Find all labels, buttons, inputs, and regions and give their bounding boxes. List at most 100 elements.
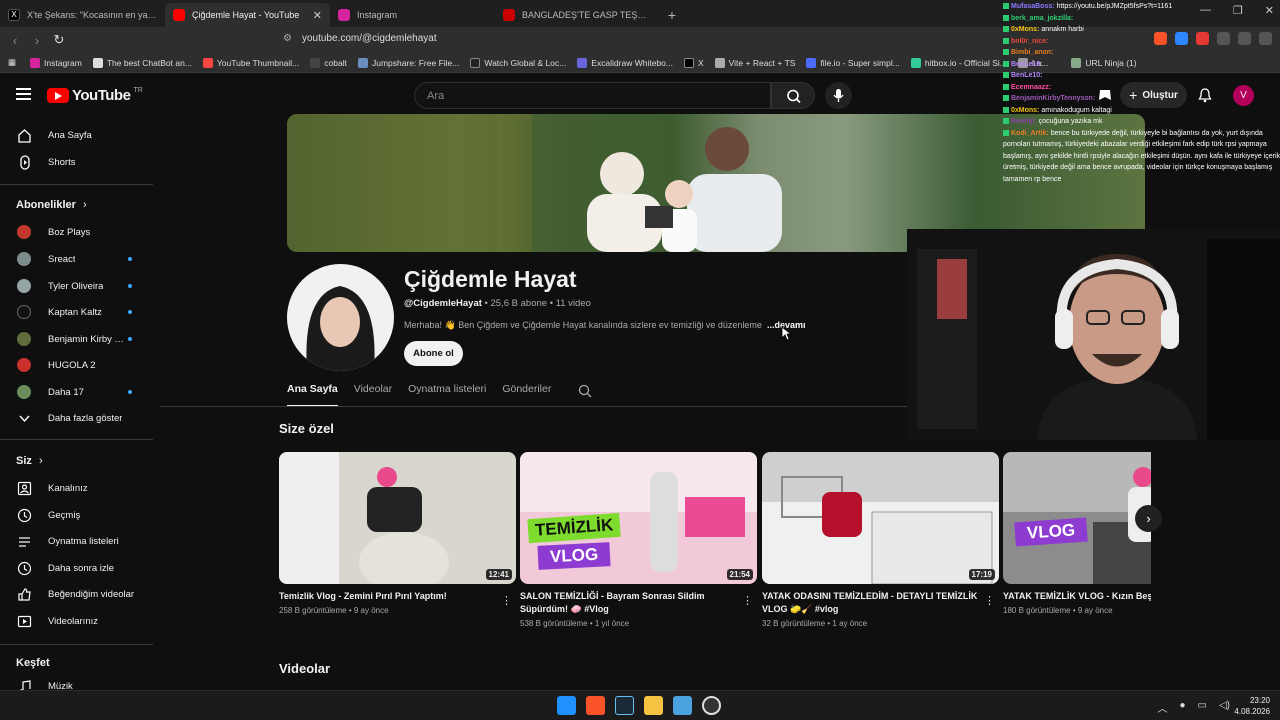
- folder-icon[interactable]: [644, 696, 663, 715]
- site-info-icon[interactable]: ⚙: [283, 33, 292, 44]
- sidebar-item-home[interactable]: Ana Sayfa: [0, 122, 153, 148]
- bookmark[interactable]: YouTube Thumbnail...: [202, 57, 299, 68]
- bookmark[interactable]: cobalt: [310, 57, 347, 68]
- more-options-icon[interactable]: ⋮: [742, 594, 753, 607]
- shorts-icon: [20, 154, 30, 170]
- video-card[interactable]: 17:19 YATAK ODASINI TEMİZLEDİM - DETAYLI…: [762, 452, 999, 628]
- carousel-next-button[interactable]: ›: [1135, 505, 1162, 532]
- brave-icon[interactable]: [586, 696, 605, 715]
- url-field[interactable]: ⚙ youtube.com/@cigdemlehayat: [283, 33, 437, 44]
- subscribe-button[interactable]: Abone ol: [404, 341, 463, 366]
- back-icon[interactable]: ‹: [4, 33, 26, 48]
- forward-icon[interactable]: ›: [26, 33, 48, 48]
- sidebar-item-your-videos[interactable]: Videolarınız: [0, 608, 153, 634]
- tab-label: Çiğdemle Hayat - YouTube: [192, 10, 300, 20]
- tab-videos[interactable]: Videolar: [354, 383, 392, 407]
- more-options-icon[interactable]: ⋮: [501, 594, 512, 607]
- sidebar-item-liked-videos[interactable]: Beğendiğim videolar: [0, 581, 153, 607]
- tab-posts[interactable]: Gönderiler: [502, 383, 551, 407]
- obs-icon[interactable]: [702, 696, 721, 715]
- youtube-logo[interactable]: YouTube TR: [47, 87, 143, 104]
- new-tab-button[interactable]: +: [660, 3, 684, 27]
- bookmark-label: Excalidraw Whitebo...: [591, 57, 673, 68]
- bookmark[interactable]: Watch Global & Loc...: [470, 57, 567, 68]
- browser-tab[interactable]: X X'te Şekans: "Kocasının en yakın arka: [0, 3, 165, 27]
- thumbnail-image: [762, 476, 999, 584]
- sidebar-item-watch-later[interactable]: Daha sonra izle: [0, 555, 153, 581]
- reload-icon[interactable]: ↻: [48, 32, 70, 48]
- hamburger-menu-icon[interactable]: [16, 88, 31, 100]
- bookmark[interactable]: Excalidraw Whitebo...: [577, 57, 673, 68]
- video-card[interactable]: 12:41 Temizlik Vlog - Zemini Pırıl Pırıl…: [279, 452, 516, 615]
- sidebar-subscription[interactable]: Boz Plays: [0, 219, 153, 245]
- chat-text: çocuğuna yazıka mk: [1038, 118, 1103, 125]
- chat-username: Bimbi_anon:: [1011, 49, 1054, 56]
- chat-username: 0xMons:: [1011, 106, 1040, 114]
- subscriptions-header[interactable]: Abonelikler ›: [16, 199, 87, 211]
- system-clock[interactable]: 23:20 4.08.2026: [1234, 695, 1270, 717]
- chat-badge-icon: [1003, 106, 1009, 113]
- apps-icon[interactable]: ▦: [8, 57, 16, 68]
- video-thumbnail[interactable]: VLOG: [1003, 452, 1151, 584]
- sidebar-item-shorts[interactable]: Shorts: [0, 149, 153, 175]
- sidebar-subscription[interactable]: Daha 17: [0, 379, 153, 405]
- bookmark-label: Watch Global & Loc...: [484, 57, 567, 68]
- clock-icon: [17, 561, 32, 575]
- chat-badge-icon: [1003, 95, 1009, 102]
- sidebar-item-history[interactable]: Geçmiş: [0, 502, 153, 528]
- browser-tab[interactable]: BANGLADEŞ'TE GASP TEŞEBBÜSÜ: Al: [495, 3, 660, 27]
- you-header[interactable]: Siz ›: [16, 455, 43, 467]
- subscriptions-label: Abonelikler: [16, 199, 76, 211]
- video-card[interactable]: VLOG YATAK TEMİZLİK VLOG - Kızın Beşiği …: [1003, 452, 1151, 615]
- browser-tab[interactable]: Instagram: [330, 3, 495, 27]
- channel-search-icon[interactable]: [578, 384, 592, 398]
- browser-tab-active[interactable]: Çiğdemle Hayat - YouTube ✕: [165, 3, 330, 27]
- channel-meta: @CigdemleHayat • 25,6 B abone • 11 video: [404, 298, 591, 309]
- channel-avatar-large[interactable]: [287, 264, 394, 371]
- bookmark-label: Jumpshare: Free File...: [371, 57, 460, 68]
- sidebar-subscription[interactable]: Sreact: [0, 246, 153, 272]
- sidebar-subscription[interactable]: Kaptan Kaltz: [0, 299, 153, 325]
- sidebar-item-your-channel[interactable]: Kanalınız: [0, 475, 153, 501]
- sidebar-show-more[interactable]: Daha fazla göster: [0, 405, 153, 431]
- microphone-icon[interactable]: ●: [1179, 700, 1185, 715]
- network-icon[interactable]: ▭: [1198, 700, 1207, 715]
- channel-name: HUGOLA 2: [48, 359, 96, 371]
- tab-playlists[interactable]: Oynatma listeleri: [408, 383, 486, 407]
- sidebar-item-playlists[interactable]: Oynatma listeleri: [0, 528, 153, 554]
- sidebar-subscription[interactable]: Tyler Oliveira: [0, 273, 153, 299]
- video-thumbnail[interactable]: 12:41: [279, 452, 516, 584]
- video-title[interactable]: SALON TEMİZLİĞİ - Bayram Sonrası Sildim …: [520, 590, 738, 616]
- video-thumbnail[interactable]: 17:19: [762, 452, 999, 584]
- volume-icon[interactable]: ◁): [1219, 700, 1230, 715]
- steam-icon[interactable]: [615, 696, 634, 715]
- tab-home[interactable]: Ana Sayfa: [287, 383, 338, 407]
- search-input[interactable]: Ara: [414, 82, 771, 109]
- fileio-icon: [806, 57, 817, 68]
- channel-description[interactable]: Merhaba! 👋 Ben Çiğdem ve Çiğdemle Hayat …: [404, 320, 804, 331]
- chat-badge-icon: [1003, 14, 1009, 21]
- bookmark[interactable]: X: [683, 57, 704, 68]
- video-card[interactable]: TEMİZLİK VLOG 21:54 SALON TEMİZLİĞİ - Ba…: [520, 452, 757, 628]
- bookmark[interactable]: The best ChatBot an...: [92, 57, 192, 68]
- bookmark[interactable]: hitbox.io - Official Si...: [910, 57, 1007, 68]
- chat-message: 0xMons: amınakodugum kaltagi: [1003, 105, 1280, 117]
- bookmark[interactable]: Jumpshare: Free File...: [357, 57, 460, 68]
- url-text: youtube.com/@cigdemlehayat: [301, 33, 437, 44]
- voice-search-button[interactable]: [825, 82, 852, 109]
- bookmark[interactable]: Instagram: [30, 57, 82, 68]
- video-title[interactable]: YATAK ODASINI TEMİZLEDİM - DETAYLI TEMİZ…: [762, 590, 980, 616]
- tray-chevron-icon[interactable]: ︿: [1157, 700, 1167, 715]
- close-tab-icon[interactable]: ✕: [313, 9, 322, 22]
- video-thumbnail[interactable]: TEMİZLİK VLOG 21:54: [520, 452, 757, 584]
- search-button[interactable]: [771, 82, 815, 109]
- sidebar-subscription[interactable]: HUGOLA 2: [0, 352, 153, 378]
- sidebar-subscription[interactable]: Benjamin Kirby T...: [0, 326, 153, 352]
- video-title[interactable]: Temizlik Vlog - Zemini Pırıl Pırıl Yaptı…: [279, 590, 497, 603]
- more-options-icon[interactable]: ⋮: [984, 594, 995, 607]
- photos-icon[interactable]: [673, 696, 692, 715]
- bookmark[interactable]: Vite + React + TS: [714, 57, 795, 68]
- video-title[interactable]: YATAK TEMİZLİK VLOG - Kızın Beşiği Temiz…: [1003, 590, 1151, 603]
- start-icon[interactable]: [557, 696, 576, 715]
- bookmark[interactable]: file.io - Super simpl...: [806, 57, 900, 68]
